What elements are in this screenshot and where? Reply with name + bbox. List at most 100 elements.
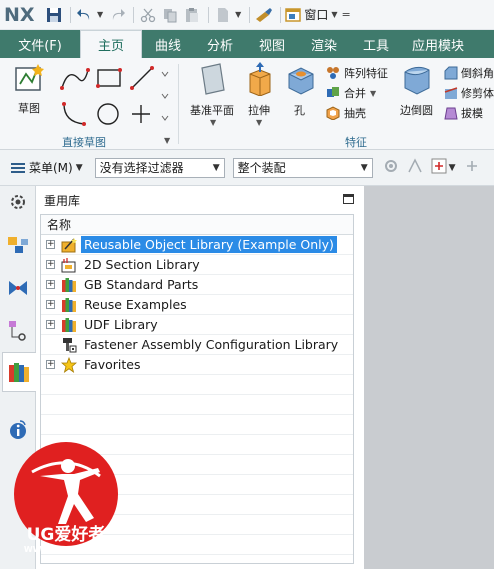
hole-label: 孔 [294,104,305,117]
watermark-brand: UG爱好者 [27,524,106,545]
books-icon [62,277,76,292]
menu-button[interactable]: 菜单(M) ▼ [10,159,83,176]
tree-row-reusable-object-library[interactable]: + Reusable Object Library (Example Only) [41,235,353,255]
line-tool-icon[interactable] [130,66,154,90]
extrude-dropdown-icon[interactable]: ▼ [256,118,262,127]
arc-tool-icon[interactable] [62,102,86,126]
expand-icon[interactable]: + [46,300,55,309]
tab-home[interactable]: 主页 [80,30,142,58]
unite-dropdown-icon[interactable]: ▼ [370,89,376,98]
circle-tool-icon[interactable] [97,103,119,125]
panel-title: 重用库 [44,194,81,208]
tree-row-udf-library[interactable]: + UDF Library [41,315,353,335]
tree-row-label: Fastener Assembly Configuration Library [84,337,339,352]
window-dropdown-icon: ▼ [331,10,338,19]
ribbon-panel: 草图 直接草图 ▼ 基准平面 ▼ 拉伸 ▼ 孔 阵列特征 合并 ▼ 抽壳 边倒圆… [0,58,494,150]
tree-row-gb-standard-parts[interactable]: + GB Standard Parts [41,275,353,295]
direct-sketch-group-label: 直接草图 [62,136,106,149]
point-tool-icon[interactable] [132,105,150,123]
hole-button[interactable]: 孔 [284,62,318,128]
tab-curve[interactable]: 曲线 [142,30,194,58]
tab-analysis[interactable]: 分析 [194,30,246,58]
edge-blend-button[interactable]: 边倒圆 [398,62,436,128]
empty-row [41,375,353,395]
expand-icon[interactable]: + [46,240,55,249]
unite-button[interactable]: 合并 ▼ [326,84,376,102]
selection-intent-dropdown-icon[interactable]: ▼ [449,163,456,173]
hole-icon [288,67,314,95]
snap-point-icon[interactable] [407,158,423,177]
chamfer-button[interactable]: 倒斜角 [444,64,494,82]
expand-icon[interactable]: + [46,320,55,329]
tree-row-label: UDF Library [84,317,158,332]
customize-qat-icon[interactable]: = [341,8,350,21]
scope-select[interactable]: 整个装配 ▼ [232,157,373,178]
window-menu[interactable]: 窗口 ▼ = [285,6,351,23]
paste-icon[interactable] [182,5,202,25]
more-sketch-tools-icon[interactable] [161,71,169,121]
ribbon-separator [178,64,179,144]
extrude-button[interactable]: 拉伸 ▼ [244,62,278,128]
tab-render[interactable]: 渲染 [298,30,350,58]
snap-settings-icon[interactable] [383,158,399,177]
trim-body-label: 修剪体 [461,87,494,100]
tab-applications[interactable]: 应用模块 [402,30,474,58]
window-menu-label: 窗口 [304,8,329,22]
touch-mode-icon[interactable] [254,5,274,25]
resource-bar-settings-icon[interactable] [6,190,30,214]
tab-view[interactable]: 视图 [246,30,298,58]
expand-icon[interactable]: + [46,360,55,369]
tab-file[interactable]: 文件(F) [0,30,80,58]
toolbar-separator [280,6,282,23]
undo-dropdown-icon[interactable]: ▼ [97,10,103,19]
chamfer-icon [444,66,458,80]
draft-button[interactable]: 拔模 [444,104,483,122]
unite-icon [327,87,339,97]
sketch-icon [15,64,44,91]
new-dropdown-icon[interactable]: ▼ [235,10,241,19]
datum-plane-button[interactable]: 基准平面 ▼ [190,62,236,130]
quick-access-toolbar: NX ▼ ▼ 窗口 ▼ = [0,0,494,30]
copy-icon[interactable] [160,5,180,25]
tree-row-fastener-assembly-configuration-library[interactable]: Fastener Assembly Configuration Library [41,335,353,355]
maximize-panel-icon[interactable] [343,194,354,204]
window-icon [285,7,302,22]
part-navigator-icon[interactable] [6,318,30,342]
datum-plane-dropdown-icon[interactable]: ▼ [210,118,216,127]
selection-intent-icon[interactable] [431,158,447,177]
section-folder-icon [61,257,76,272]
shell-button[interactable]: 抽壳 [326,104,366,122]
redo-icon[interactable] [107,5,127,25]
tree-row-reuse-examples[interactable]: + Reuse Examples [41,295,353,315]
ugsnx-watermark-logo: UG爱好者 WWW.UGSNX.COM [14,442,118,554]
direct-sketch-group-dropdown-icon[interactable]: ▼ [164,136,170,145]
scope-value: 整个装配 [237,161,286,175]
save-icon[interactable] [44,5,64,25]
graphics-window[interactable] [364,186,494,569]
undo-icon[interactable] [75,5,95,25]
reuse-library-icon[interactable] [2,352,36,392]
shell-label: 抽壳 [344,107,366,120]
expand-icon[interactable]: + [46,260,55,269]
toolbar-separator [249,6,251,23]
snap-options-icon[interactable] [464,158,480,177]
tree-row-favorites[interactable]: + Favorites [41,355,353,375]
tab-tools[interactable]: 工具 [350,30,402,58]
pattern-feature-button[interactable]: 阵列特征 [326,64,388,82]
type-filter-select[interactable]: 没有选择过滤器 ▼ [94,157,225,178]
assembly-navigator-icon[interactable] [6,234,30,258]
rectangle-tool-icon[interactable] [96,68,122,88]
datum-plane-label: 基准平面 [190,104,234,117]
tree-row-2d-section-library[interactable]: + 2D Section Library [41,255,353,275]
toolbar-separator [133,6,135,23]
trim-body-button[interactable]: 修剪体 [444,84,494,102]
draft-label: 拔模 [461,107,483,120]
constraint-navigator-icon[interactable] [6,276,30,300]
sketch-button[interactable]: 草图 [10,62,50,122]
profile-tool-icon[interactable] [60,68,90,90]
datum-plane-icon [201,63,225,95]
new-file-icon[interactable] [213,5,233,25]
expand-icon[interactable]: + [46,280,55,289]
column-header-name[interactable]: 名称 [41,215,353,235]
cut-icon[interactable] [138,5,158,25]
